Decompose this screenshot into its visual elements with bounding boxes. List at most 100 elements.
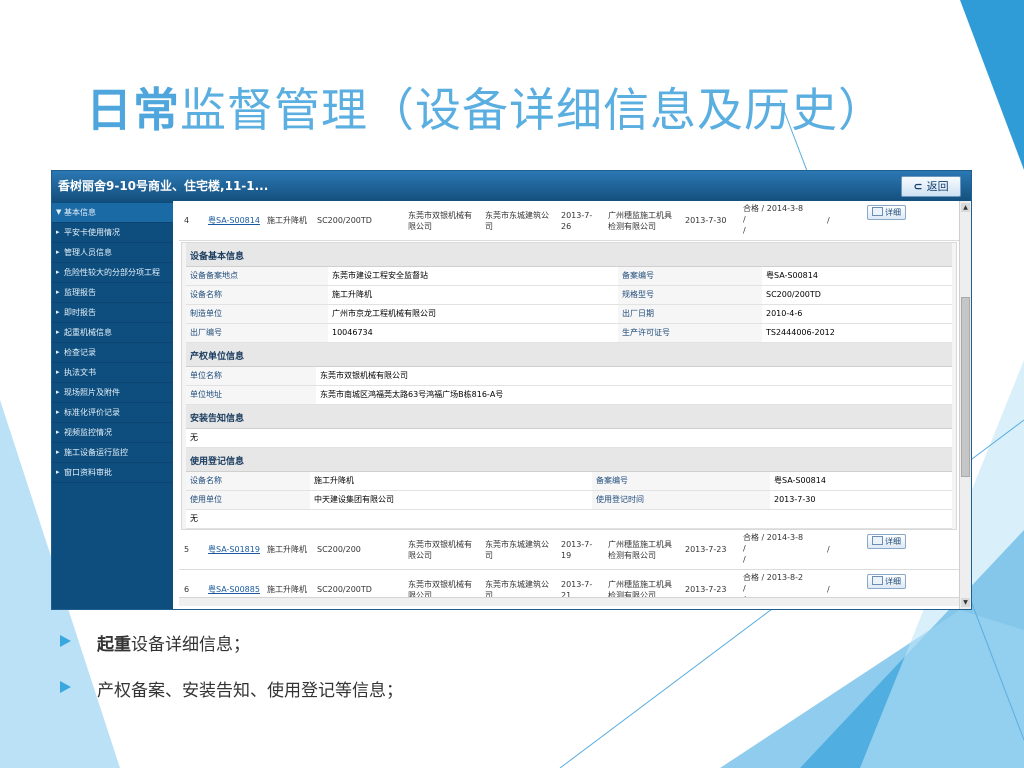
slide-title-rest: 监督管理（设备详细信息及历史） <box>180 83 885 137</box>
bullet-arrow-icon <box>60 681 71 693</box>
project-title: 香树丽舍9-10号商业、住宅楼,11-1... <box>58 179 269 193</box>
sidebar-item-instant-report[interactable]: ▸ 即时报告 <box>52 303 173 323</box>
field-label: 备案编号 <box>618 267 762 285</box>
bullet-item: 产权备案、安装告知、使用登记等信息； <box>60 676 403 704</box>
document-icon <box>872 576 883 585</box>
usage-note: 无 <box>186 510 952 529</box>
bullet-item: 起重设备详细信息； <box>60 630 403 658</box>
sidebar-item-video-monitor[interactable]: ▸ 视频监控情况 <box>52 423 173 443</box>
sidebar-item-window-approval[interactable]: ▸ 窗口资料审批 <box>52 463 173 483</box>
field-value: 东莞市南城区鸿福莞太路63号鸿福广场B栋816-A号 <box>320 390 504 399</box>
equipment-code-link[interactable]: 粤SA-S01819 <box>205 544 264 555</box>
inspection-date: 2013-7-30 <box>685 216 727 225</box>
sidebar-item-basic-info[interactable]: ▼ 基本信息 <box>52 203 173 223</box>
detail-cell: 详细 <box>864 570 954 589</box>
caret-right-icon: ▸ <box>56 388 60 396</box>
sidebar-item-supervision-report[interactable]: ▸ 监理报告 <box>52 283 173 303</box>
caret-right-icon: ▸ <box>56 328 60 336</box>
caret-right-icon: ▸ <box>56 288 60 296</box>
equipment-code-link[interactable]: 粤SA-S00814 <box>205 215 264 226</box>
horizontal-scrollbar[interactable] <box>179 597 959 606</box>
caret-right-icon: ▸ <box>56 428 60 436</box>
field-label: 出厂日期 <box>618 305 762 323</box>
sidebar-item-hazardous-works[interactable]: ▸ 危险性较大的分部分项工程 <box>52 263 173 283</box>
sidebar-item-safety-card[interactable]: ▸ 平安卡使用情况 <box>52 223 173 243</box>
equipment-model: SC200/200TD <box>317 585 372 594</box>
equipment-type: 施工升降机 <box>267 216 307 225</box>
sidebar-item-equipment-monitor[interactable]: ▸ 施工设备运行监控 <box>52 443 173 463</box>
field-value: 粤SA-S00814 <box>774 476 826 485</box>
bullet-text: 设备详细信息； <box>131 635 250 655</box>
sidebar-item-label: 起重机械信息 <box>64 328 112 337</box>
field-label: 使用单位 <box>186 491 310 509</box>
install-date: 2013-7-19 <box>561 539 593 560</box>
section-heading-basic: 设备基本信息 <box>186 243 952 267</box>
field-value: 东莞市建设工程安全监督站 <box>332 271 428 280</box>
result-line: / <box>743 226 746 235</box>
field-value: 广州市京龙工程机械有限公司 <box>332 309 436 318</box>
app-header: 香树丽舍9-10号商业、住宅楼,11-1... ⊂ 返回 <box>52 171 971 201</box>
extra-field: / <box>827 545 830 554</box>
scroll-thumb[interactable] <box>961 297 970 477</box>
result-line: / <box>743 584 746 593</box>
back-button[interactable]: ⊂ 返回 <box>901 176 961 197</box>
install-value: 无 <box>186 429 952 448</box>
detail-panel: 设备基本信息 设备备案地点 东莞市建设工程安全监督站 备案编号 粤SA-S008… <box>181 242 957 530</box>
field-value: 10046734 <box>332 328 373 337</box>
sidebar-nav: ▼ 基本信息 ▸ 平安卡使用情况 ▸ 管理人员信息 ▸ 危险性较大的分部分项工程 ▸ 监理… <box>52 201 173 609</box>
field-value: 2010-4-6 <box>766 309 803 318</box>
field-value: 中天建设集团有限公司 <box>314 495 394 504</box>
scroll-up-icon[interactable]: ▲ <box>961 203 970 212</box>
field-label: 设备名称 <box>186 286 328 304</box>
field-label: 备案编号 <box>592 472 770 490</box>
field-label: 设备备案地点 <box>186 267 328 285</box>
field-value: 施工升降机 <box>314 476 354 485</box>
sidebar-item-label: 标准化评价记录 <box>64 408 120 417</box>
extra-field: / <box>827 585 830 594</box>
inspection-result: 合格 / 2014-3-8 / / <box>740 201 824 236</box>
sidebar-item-standard-eval[interactable]: ▸ 标准化评价记录 <box>52 403 173 423</box>
owner-company: 东莞市双银机械有限公司 <box>408 210 472 231</box>
back-arrow-icon: ⊂ <box>913 180 923 193</box>
install-date: 2013-7-26 <box>561 210 593 231</box>
content-area: 4 粤SA-S00814 施工升降机 SC200/200TD 东莞市双银机械有限… <box>179 201 959 597</box>
section-heading-owner: 产权单位信息 <box>186 343 952 367</box>
field-label: 单位地址 <box>186 386 316 404</box>
sidebar-item-law-docs[interactable]: ▸ 执法文书 <box>52 363 173 383</box>
field-value: 施工升降机 <box>332 290 372 299</box>
sidebar-item-managers[interactable]: ▸ 管理人员信息 <box>52 243 173 263</box>
owner-company: 东莞市双银机械有限公司 <box>408 539 472 560</box>
sidebar-item-inspection-records[interactable]: ▸ 检查记录 <box>52 343 173 363</box>
detail-button[interactable]: 详细 <box>867 205 906 220</box>
detail-button[interactable]: 详细 <box>867 534 906 549</box>
caret-down-icon: ▼ <box>56 208 62 216</box>
equipment-code-link[interactable]: 粤SA-S00885 <box>205 584 264 595</box>
field-value: 东莞市双银机械有限公司 <box>320 371 408 380</box>
sidebar-item-crane-info[interactable]: ▸ 起重机械信息 <box>52 323 173 343</box>
field-value: 2013-7-30 <box>774 495 816 504</box>
slide-title-lead: 日常 <box>86 83 180 137</box>
user-company: 东莞市东城建筑公司 <box>485 579 549 598</box>
table-row: 4 粤SA-S00814 施工升降机 SC200/200TD 东莞市双银机械有限… <box>179 201 959 241</box>
user-company: 东莞市东城建筑公司 <box>485 539 549 560</box>
sidebar-item-label: 窗口资料审批 <box>64 468 112 477</box>
sidebar-item-label: 平安卡使用情况 <box>64 228 120 237</box>
scroll-down-icon[interactable]: ▼ <box>961 598 970 607</box>
sidebar-item-label: 即时报告 <box>64 308 96 317</box>
detail-button[interactable]: 详细 <box>867 574 906 589</box>
inspection-result: 合格 / 2014-3-8 / / <box>740 530 824 565</box>
sidebar-item-label: 基本信息 <box>64 208 96 217</box>
field-value: TS2444006-2012 <box>766 328 835 337</box>
result-line: / <box>743 555 746 564</box>
vertical-scrollbar[interactable]: ▲ ▼ <box>959 201 971 609</box>
equipment-type: 施工升降机 <box>267 585 307 594</box>
caret-right-icon: ▸ <box>56 248 60 256</box>
app-window: 香树丽舍9-10号商业、住宅楼,11-1... ⊂ 返回 ▼ 基本信息 ▸ 平安卡使用… <box>51 170 972 610</box>
caret-right-icon: ▸ <box>56 228 60 236</box>
detail-row: 单位名称 东莞市双银机械有限公司 <box>186 367 952 386</box>
sidebar-item-site-photos[interactable]: ▸ 现场照片及附件 <box>52 383 173 403</box>
document-icon <box>872 536 883 545</box>
field-label: 使用登记时间 <box>592 491 770 509</box>
install-date: 2013-7-21 <box>561 579 593 598</box>
sidebar-item-label: 检查记录 <box>64 348 96 357</box>
